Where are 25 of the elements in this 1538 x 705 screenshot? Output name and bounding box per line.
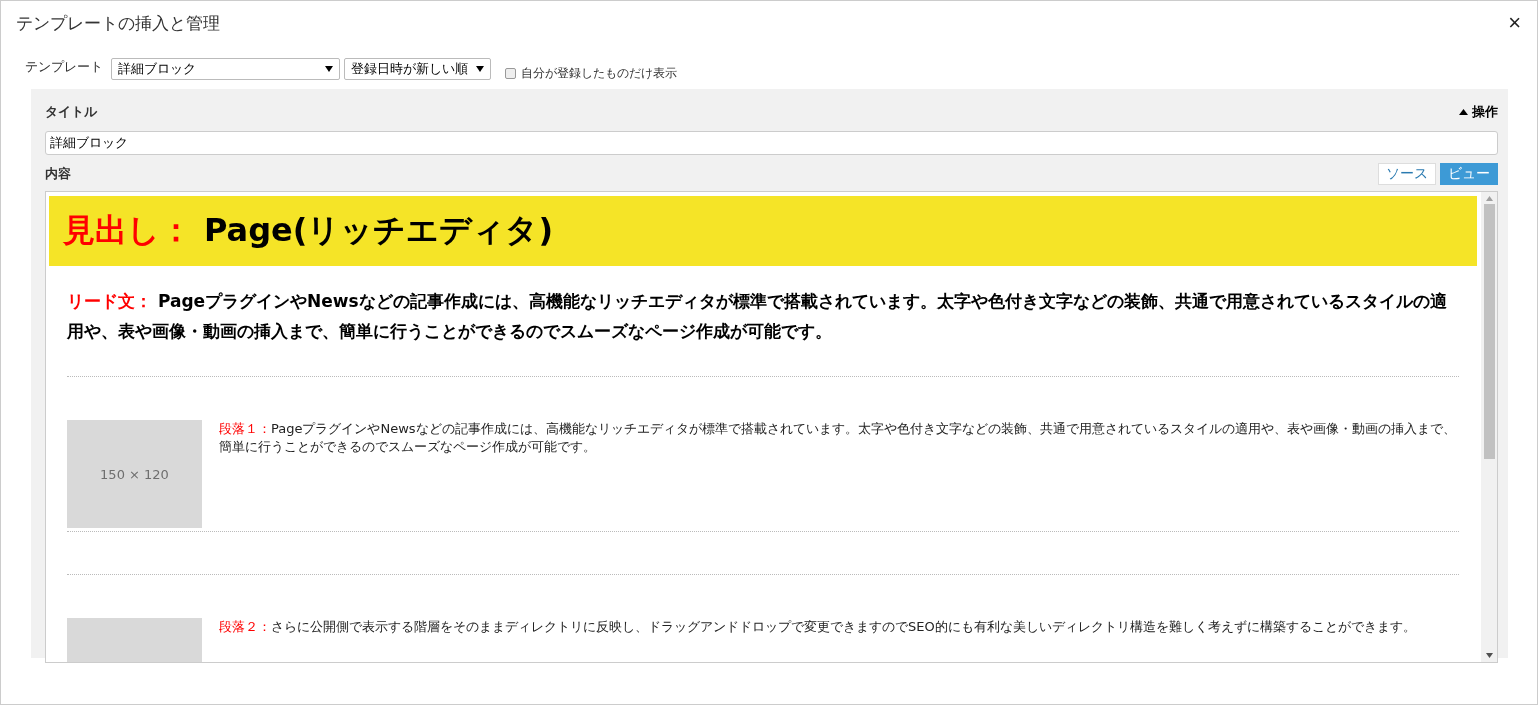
editor-area[interactable] xyxy=(45,191,1498,663)
lead-text: リード文： PageプラグインやNewsなどの記事作成には、高機能なリッチエディタが標準で搭載されています。太字や色付き文字などの装飾、共通で用意されているスタイルの適用や、表や画像・動画の挿入まで、簡単に行うことができるのでスムーズなページ作成が可能です。 xyxy=(67,290,1448,343)
window-title: テンプレートの挿入と管理 xyxy=(16,11,220,35)
title-label: タイトル xyxy=(45,103,97,121)
heading-text: Page(リッチエディタ) xyxy=(204,210,554,251)
template-dropdown[interactable]: 詳細ブロック xyxy=(111,58,340,80)
checkbox[interactable] xyxy=(505,67,516,79)
template-label: テンプレート xyxy=(25,58,103,76)
paragraph-text: 段落２：さらに公開側で表示する階層をそのままディレクトリに反映し、ドラッグアンドドロップで変更できますのでSEO的にも有利な美しいディレクトリ構造を難しく考えずに構築することができます。 xyxy=(219,618,1416,636)
close-button[interactable]: × xyxy=(1508,10,1521,36)
caret-icon xyxy=(325,66,333,72)
sort-dropdown[interactable]: 登録日時が新しい順 xyxy=(344,58,491,80)
actions-toggle[interactable]: 操作 xyxy=(1459,103,1498,121)
triangle-icon xyxy=(1459,109,1468,115)
scroll-down-icon[interactable] xyxy=(1485,653,1493,658)
image-placeholder: 150 × 120 xyxy=(67,420,202,528)
paragraph-text: 段落１：PageプラグインやNewsなどの記事作成には、高機能なリッチエディタが標準で搭載されています。太字や色付き文字などの装飾、共通で用意されているスタイルの適用や、表や画像・動画の挿入まで、簡単に行うことができるのでスムーズなページ作成が可能です。 xyxy=(219,420,1457,456)
mode-tab[interactable]: ソース xyxy=(1378,163,1436,185)
checkbox-label: 自分が登録したものだけ表示 xyxy=(521,64,677,82)
heading-label: 見出し： xyxy=(63,210,192,251)
title-input[interactable]: 詳細ブロック xyxy=(45,131,1498,155)
scrollbar[interactable] xyxy=(1481,192,1497,662)
caret-icon xyxy=(476,66,484,72)
content-label: 内容 xyxy=(45,165,71,183)
scroll-up-icon[interactable] xyxy=(1485,196,1493,201)
